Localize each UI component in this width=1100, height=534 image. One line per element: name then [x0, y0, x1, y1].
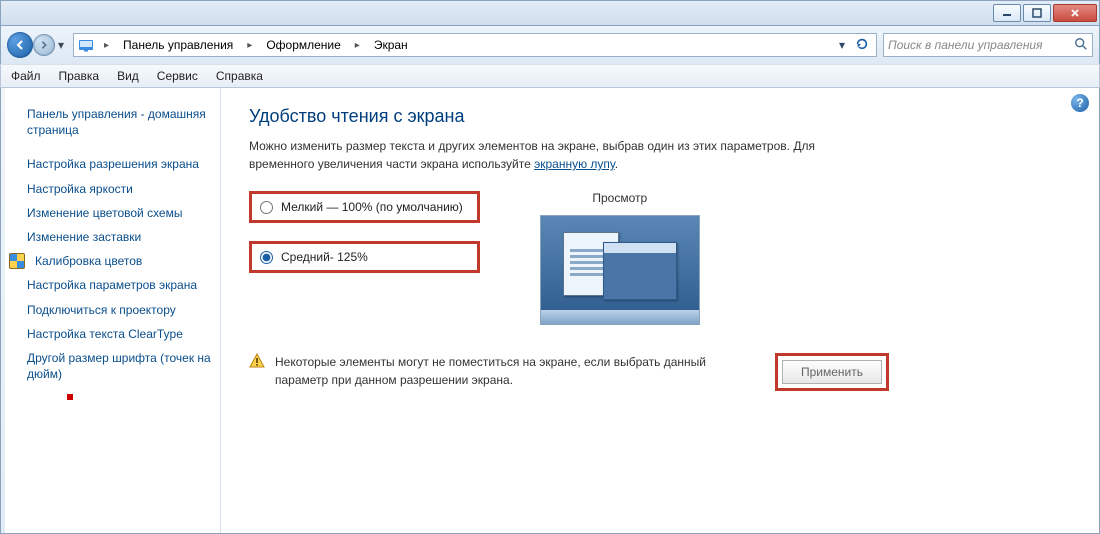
radio-medium[interactable]: Средний- 125% [249, 241, 480, 273]
control-panel-icon [78, 37, 94, 53]
body: Панель управления - домашняя страница На… [0, 88, 1100, 534]
menu-edit[interactable]: Правка [57, 67, 102, 85]
breadcrumb-sep: ▸ [100, 40, 113, 51]
preview-title: Просмотр [540, 191, 700, 205]
refresh-icon[interactable] [854, 37, 870, 54]
sidebar-item-resolution[interactable]: Настройка разрешения экрана [17, 152, 212, 176]
menu-tools[interactable]: Сервис [155, 67, 200, 85]
warning-row: Некоторые элементы могут не поместиться … [249, 353, 889, 391]
sidebar-item-screensaver[interactable]: Изменение заставки [17, 225, 212, 249]
radio-small-label: Мелкий — 100% (по умолчанию) [281, 200, 463, 214]
desc-text: Можно изменить размер текста и других эл… [249, 139, 815, 171]
close-button[interactable] [1053, 4, 1097, 22]
titlebar [0, 0, 1100, 26]
page-description: Можно изменить размер текста и других эл… [249, 137, 869, 173]
radio-medium-label: Средний- 125% [281, 250, 368, 264]
sidebar-item-cleartype[interactable]: Настройка текста ClearType [17, 322, 212, 346]
sidebar-item-colorscheme[interactable]: Изменение цветовой схемы [17, 201, 212, 225]
navbar: ▾ ▸ Панель управления ▸ Оформление ▸ Экр… [0, 26, 1100, 64]
menubar: Файл Правка Вид Сервис Справка [0, 64, 1100, 88]
sidebar-item-calibrate[interactable]: Калибровка цветов [17, 249, 212, 273]
warning-icon [249, 353, 265, 369]
minimize-button[interactable] [993, 4, 1021, 22]
sidebar-item-dpi[interactable]: Другой размер шрифта (точек на дюйм) [17, 346, 212, 386]
menu-file[interactable]: Файл [9, 67, 43, 85]
forward-button[interactable] [33, 34, 55, 56]
nav-history-dropdown[interactable]: ▾ [55, 38, 67, 52]
page-title: Удобство чтения с экрана [249, 106, 1081, 127]
sidebar-item-projector[interactable]: Подключиться к проектору [17, 298, 212, 322]
search-input[interactable]: Поиск в панели управления [883, 33, 1093, 57]
nav-buttons: ▾ [7, 32, 67, 58]
menu-help[interactable]: Справка [214, 67, 265, 85]
breadcrumb-item-1[interactable]: Оформление [262, 36, 344, 54]
help-icon[interactable]: ? [1071, 94, 1089, 112]
back-button[interactable] [7, 32, 33, 58]
content: ? Удобство чтения с экрана Можно изменит… [221, 88, 1099, 533]
breadcrumb-item-0[interactable]: Панель управления [119, 36, 237, 54]
address-dropdown-icon[interactable]: ▾ [834, 38, 850, 52]
radio-small[interactable]: Мелкий — 100% (по умолчанию) [249, 191, 480, 223]
breadcrumb-sep: ▸ [243, 40, 256, 51]
radio-small-input[interactable] [260, 201, 273, 214]
size-radios: Мелкий — 100% (по умолчанию) Средний- 12… [249, 191, 480, 273]
address-bar[interactable]: ▸ Панель управления ▸ Оформление ▸ Экран… [73, 33, 877, 57]
red-dot-marker [67, 394, 73, 400]
search-placeholder: Поиск в панели управления [888, 38, 1043, 52]
sidebar: Панель управления - домашняя страница На… [1, 88, 221, 533]
sidebar-item-brightness[interactable]: Настройка яркости [17, 177, 212, 201]
maximize-button[interactable] [1023, 4, 1051, 22]
sidebar-item-home[interactable]: Панель управления - домашняя страница [17, 102, 212, 142]
apply-highlight: Применить [775, 353, 889, 391]
desc-text-end: . [615, 157, 618, 171]
warning-text: Некоторые элементы могут не поместиться … [275, 353, 759, 389]
apply-button[interactable]: Применить [782, 360, 882, 384]
preview-image [540, 215, 700, 325]
menu-view[interactable]: Вид [115, 67, 141, 85]
search-icon[interactable] [1074, 37, 1088, 54]
preview-section: Просмотр [540, 191, 700, 325]
breadcrumb-item-2[interactable]: Экран [370, 36, 412, 54]
radio-medium-input[interactable] [260, 251, 273, 264]
sidebar-item-display-params[interactable]: Настройка параметров экрана [17, 273, 212, 297]
breadcrumb-sep: ▸ [351, 40, 364, 51]
magnifier-link[interactable]: экранную лупу [534, 157, 615, 171]
